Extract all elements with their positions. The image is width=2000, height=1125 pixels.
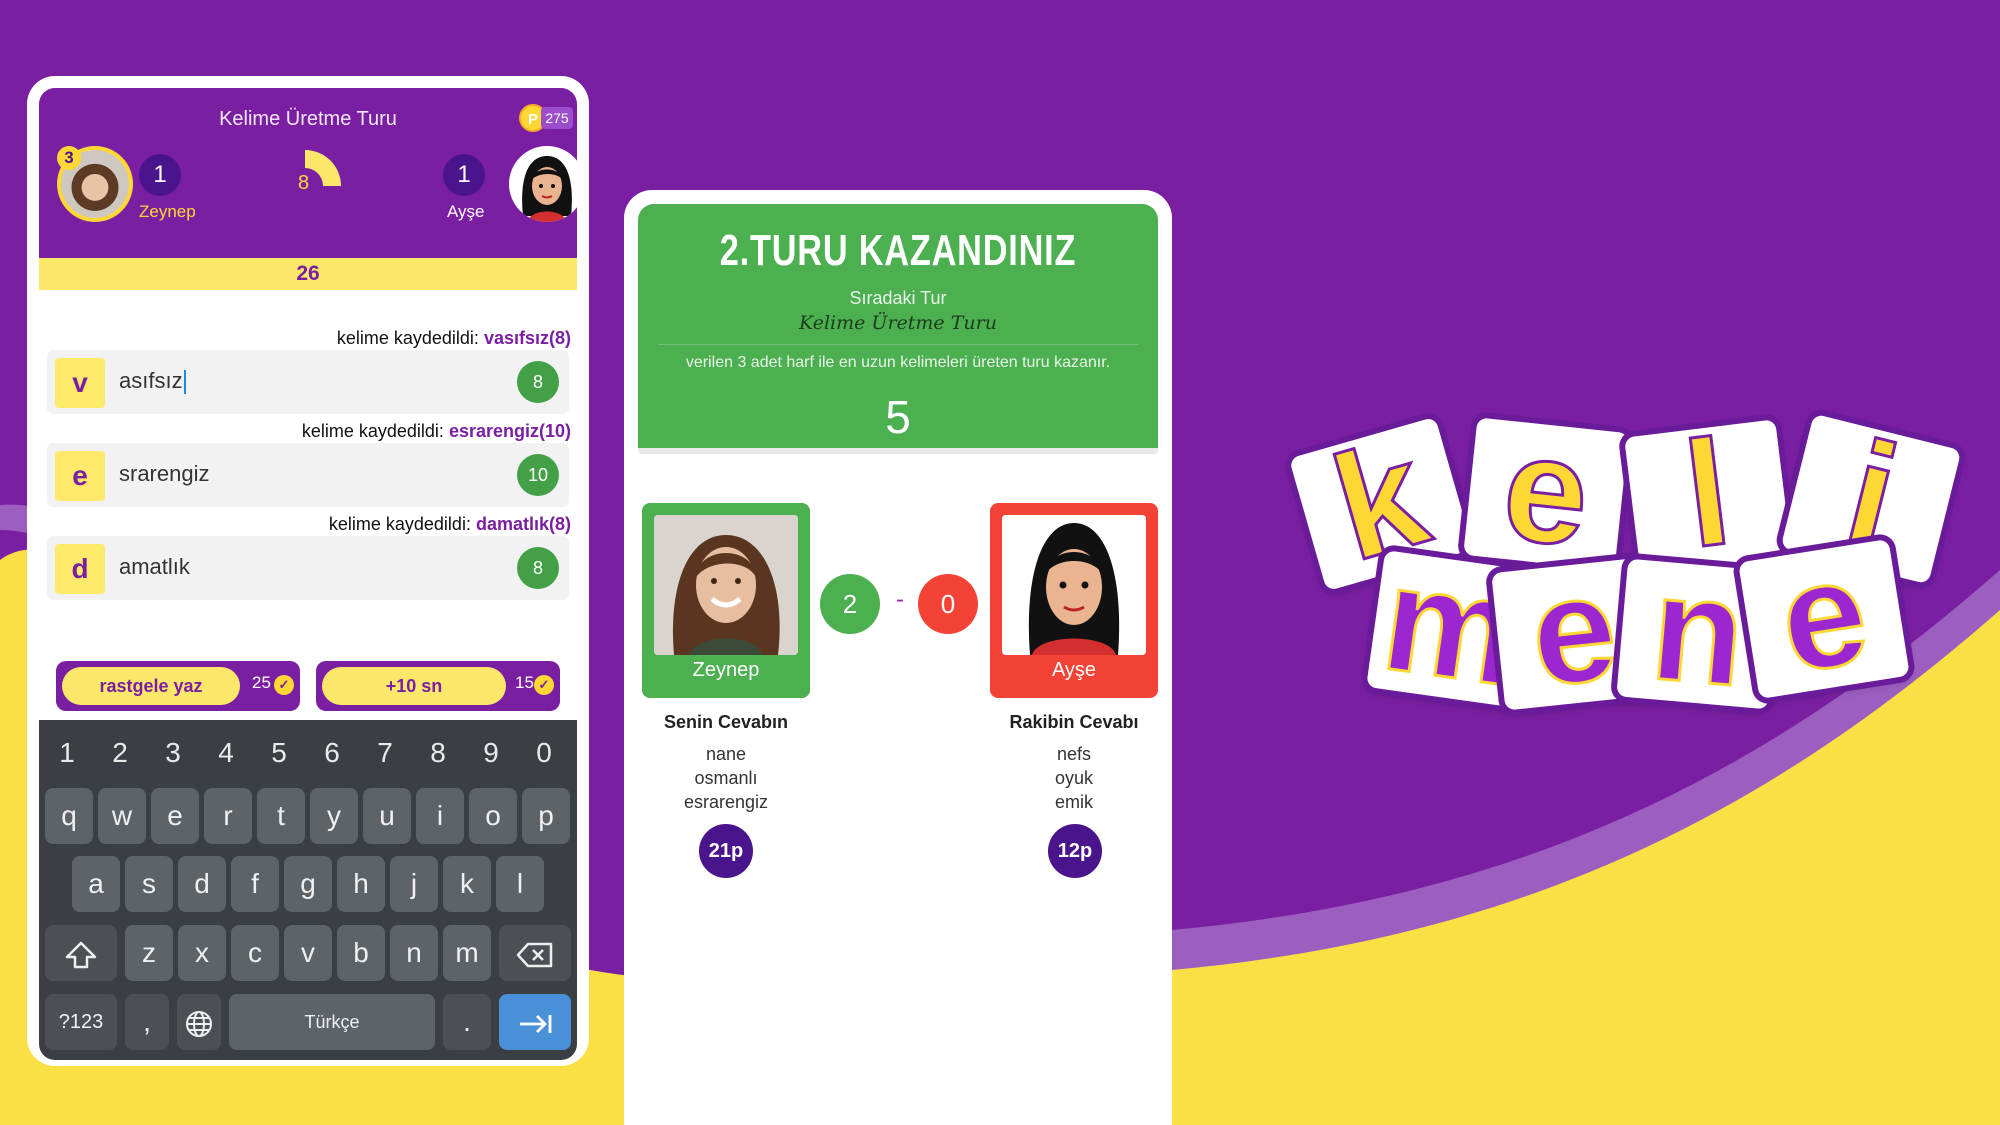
kelimene-logo: k e l i m e n e xyxy=(0,0,2000,1125)
logo-tile: e xyxy=(1738,524,1910,706)
